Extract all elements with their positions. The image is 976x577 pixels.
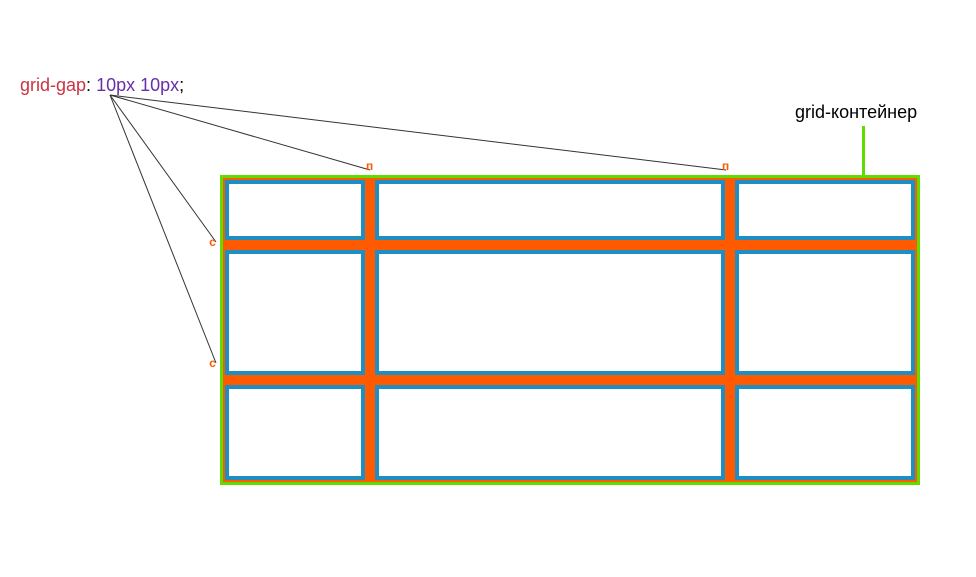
gap-marker-column-2: п bbox=[722, 161, 729, 173]
label-connector bbox=[862, 126, 865, 175]
property-name: grid-gap bbox=[20, 75, 86, 95]
property-colon: : bbox=[86, 75, 96, 95]
grid-cell bbox=[735, 180, 915, 240]
gap-marker-row-2: с bbox=[209, 358, 216, 370]
diagram-canvas: grid-gap: 10px 10px; grid-контейнер п п … bbox=[0, 0, 976, 577]
grid-cell bbox=[375, 250, 725, 375]
property-declaration: grid-gap: 10px 10px; bbox=[20, 75, 184, 96]
grid-cell bbox=[375, 180, 725, 240]
property-semicolon: ; bbox=[179, 75, 184, 95]
gap-marker-column-1: п bbox=[366, 161, 373, 173]
property-value: 10px 10px bbox=[96, 75, 179, 95]
grid-cell bbox=[735, 385, 915, 480]
gap-marker-row-1: с bbox=[209, 237, 216, 249]
grid-container-label: grid-контейнер bbox=[795, 102, 917, 123]
grid-container bbox=[220, 175, 920, 485]
grid-cell bbox=[735, 250, 915, 375]
grid-cell bbox=[375, 385, 725, 480]
grid-cell bbox=[225, 250, 365, 375]
grid-cell bbox=[225, 385, 365, 480]
grid-cell bbox=[225, 180, 365, 240]
